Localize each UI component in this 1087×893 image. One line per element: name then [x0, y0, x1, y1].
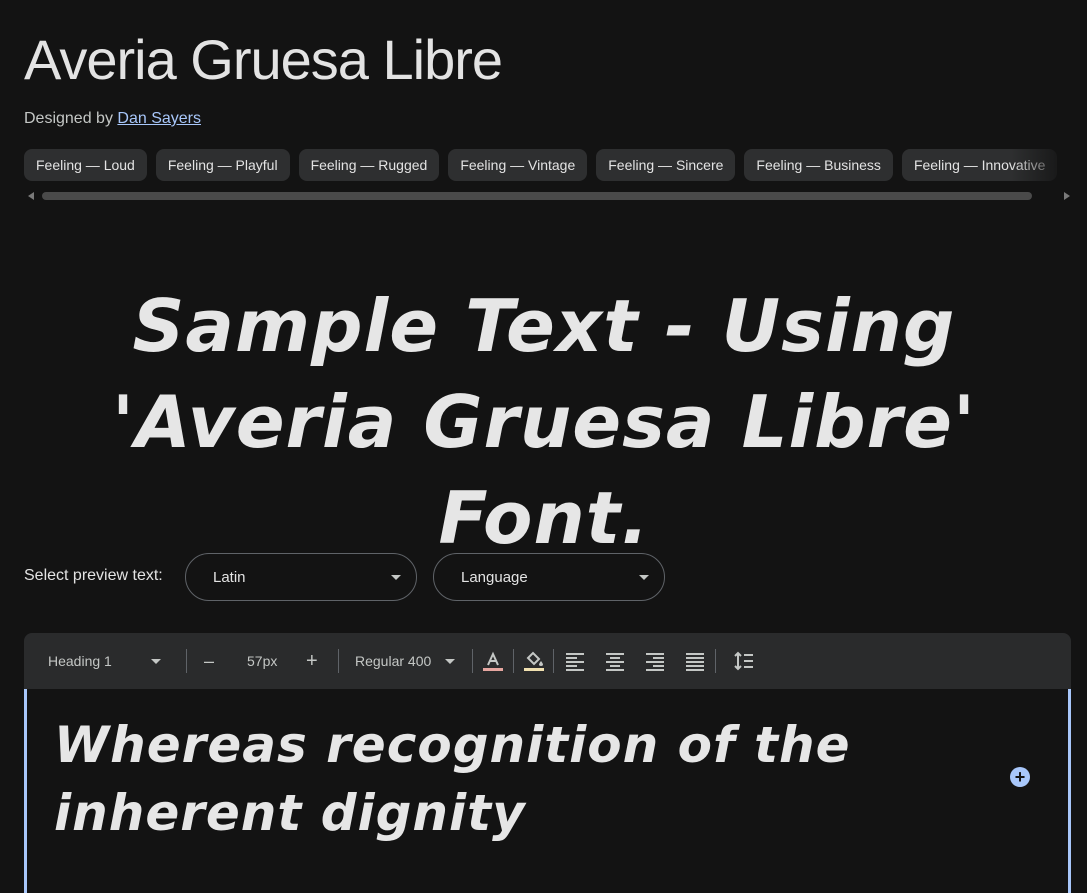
- editor-text[interactable]: Whereas recognition of the inherent dign…: [54, 711, 994, 847]
- scroll-left-icon[interactable]: [28, 192, 34, 200]
- language-select[interactable]: Language: [433, 553, 665, 601]
- script-select-value: Latin: [213, 569, 246, 586]
- font-title: Averia Gruesa Libre: [24, 28, 503, 91]
- align-left-icon[interactable]: [563, 649, 587, 673]
- tags-scrollbar[interactable]: [24, 190, 1072, 202]
- tag-feeling-vintage[interactable]: Feeling — Vintage: [448, 149, 588, 181]
- tag-feeling-business[interactable]: Feeling — Business: [744, 149, 893, 181]
- scrollbar-thumb[interactable]: [42, 192, 1032, 200]
- highlight-color-icon[interactable]: [522, 649, 546, 673]
- designer-line: Designed by Dan Sayers: [24, 110, 201, 128]
- line-height-icon[interactable]: [732, 649, 756, 673]
- align-right-icon[interactable]: [643, 649, 667, 673]
- scroll-right-icon[interactable]: [1064, 192, 1070, 200]
- tag-feeling-loud[interactable]: Feeling — Loud: [24, 149, 147, 181]
- decrease-size-button[interactable]: –: [204, 633, 214, 689]
- designed-by-label: Designed by: [24, 110, 113, 127]
- font-specimen-page: Averia Gruesa Libre Designed by Dan Saye…: [0, 0, 1087, 893]
- style-select[interactable]: Heading 1: [48, 633, 112, 689]
- tag-feeling-rugged[interactable]: Feeling — Rugged: [298, 149, 440, 181]
- designer-link[interactable]: Dan Sayers: [117, 110, 201, 127]
- toolbar-divider: [715, 649, 716, 673]
- preview-editor[interactable]: Whereas recognition of the inherent dign…: [24, 689, 1071, 893]
- align-justify-icon[interactable]: [683, 649, 707, 673]
- increase-size-button[interactable]: +: [306, 633, 318, 689]
- align-center-icon[interactable]: [603, 649, 627, 673]
- feeling-tags: Feeling — Loud Feeling — Playful Feeling —…: [24, 149, 1071, 181]
- text-color-icon[interactable]: [481, 649, 505, 673]
- font-size-value[interactable]: 57px: [247, 633, 277, 689]
- add-plus-icon[interactable]: +: [1010, 767, 1030, 787]
- chevron-down-icon: [639, 575, 649, 580]
- weight-chevron-down-icon[interactable]: [445, 659, 455, 664]
- sample-text: Sample Text - Using 'Averia Gruesa Libre…: [111, 284, 977, 560]
- language-select-placeholder: Language: [461, 569, 528, 586]
- tag-feeling-sincere[interactable]: Feeling — Sincere: [596, 149, 736, 181]
- tags-fade: [1011, 149, 1071, 181]
- toolbar-divider: [472, 649, 473, 673]
- chevron-down-icon: [391, 575, 401, 580]
- toolbar-divider: [338, 649, 339, 673]
- preview-text-label: Select preview text:: [24, 567, 163, 584]
- toolbar-divider: [553, 649, 554, 673]
- style-chevron-down-icon[interactable]: [151, 659, 161, 664]
- toolbar-divider: [513, 649, 514, 673]
- editor-toolbar: Heading 1 – 57px + Regular 400: [24, 633, 1071, 689]
- script-select[interactable]: Latin: [185, 553, 417, 601]
- tag-feeling-playful[interactable]: Feeling — Playful: [155, 149, 290, 181]
- toolbar-divider: [186, 649, 187, 673]
- weight-select[interactable]: Regular 400: [355, 633, 431, 689]
